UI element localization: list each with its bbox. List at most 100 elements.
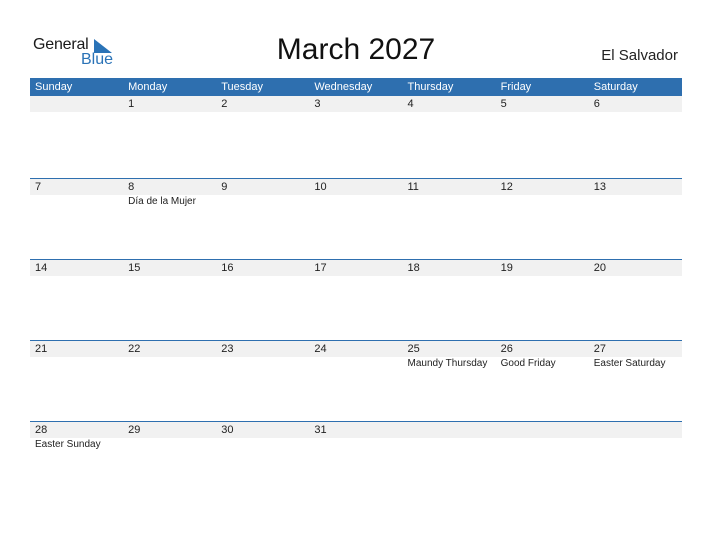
- day-cell: 11: [402, 179, 496, 259]
- day-cell: 12: [495, 179, 589, 259]
- day-cell: 29: [123, 422, 217, 502]
- week-row: 28 Easter Sunday 29 30 31: [30, 421, 682, 502]
- day-number: 11: [402, 179, 496, 195]
- day-number: 13: [588, 179, 682, 195]
- day-cell: 3: [309, 96, 403, 178]
- day-number: 5: [495, 96, 589, 112]
- day-cell: 26 Good Friday: [495, 341, 589, 421]
- day-number: 29: [123, 422, 217, 438]
- day-number: 27: [588, 341, 682, 357]
- weekday-tuesday: Tuesday: [221, 81, 264, 93]
- day-number: 20: [588, 260, 682, 276]
- day-cell: 31: [309, 422, 403, 502]
- day-cell: 16: [216, 260, 310, 340]
- day-number: 24: [309, 341, 403, 357]
- day-number: 28: [30, 422, 124, 438]
- calendar-weeks: 1 2 3 4 5 6 7 8 Día de la Mujer 9 10 11 12 13 14 15 16 17…: [30, 96, 682, 502]
- day-cell: 19: [495, 260, 589, 340]
- day-cell: [588, 422, 682, 502]
- day-cell: [402, 422, 496, 502]
- holiday-label: [403, 195, 496, 196]
- day-number: 9: [216, 179, 310, 195]
- day-cell: 14: [30, 260, 124, 340]
- day-cell: 2: [216, 96, 310, 178]
- holiday-label: [30, 112, 123, 113]
- day-number: [402, 422, 496, 438]
- day-number: [495, 422, 589, 438]
- holiday-label: [403, 112, 496, 113]
- day-cell: 24: [309, 341, 403, 421]
- day-number: 31: [309, 422, 403, 438]
- day-number: [30, 96, 124, 112]
- day-number: 17: [309, 260, 403, 276]
- day-number: 12: [495, 179, 589, 195]
- holiday-label: [30, 357, 123, 358]
- day-number: 21: [30, 341, 124, 357]
- holiday-label: [496, 438, 589, 439]
- holiday-label: [216, 357, 309, 358]
- day-cell: 13: [588, 179, 682, 259]
- holiday-label: [589, 438, 682, 439]
- holiday-label: [309, 357, 402, 358]
- day-cell: 17: [309, 260, 403, 340]
- day-cell: 7: [30, 179, 124, 259]
- holiday-label: [403, 276, 496, 277]
- day-number: 19: [495, 260, 589, 276]
- holiday-label: [309, 112, 402, 113]
- holiday-label: Easter Saturday: [593, 358, 666, 369]
- day-cell: 8 Día de la Mujer: [123, 179, 217, 259]
- day-cell: 1: [123, 96, 217, 178]
- holiday-label: [309, 276, 402, 277]
- day-cell: 30: [216, 422, 310, 502]
- holiday-label: [309, 195, 402, 196]
- day-cell: 20: [588, 260, 682, 340]
- day-cell: [495, 422, 589, 502]
- day-cell: 6: [588, 96, 682, 178]
- holiday-label: [309, 438, 402, 439]
- day-number: 23: [216, 341, 310, 357]
- weekday-friday: Friday: [500, 81, 532, 93]
- day-cell: 4: [402, 96, 496, 178]
- holiday-label: [123, 112, 216, 113]
- weekday-header: Sunday Monday Tuesday Wednesday Thursday Frid…: [30, 78, 682, 96]
- holiday-label: [30, 276, 123, 277]
- holiday-label: [123, 357, 216, 358]
- day-number: 1: [123, 96, 217, 112]
- holiday-label: [216, 438, 309, 439]
- holiday-label: [589, 276, 682, 277]
- day-cell: 10: [309, 179, 403, 259]
- day-cell: 22: [123, 341, 217, 421]
- day-number: 15: [123, 260, 217, 276]
- day-cell: 5: [495, 96, 589, 178]
- day-number: 22: [123, 341, 217, 357]
- holiday-label: [30, 195, 123, 196]
- day-number: 3: [309, 96, 403, 112]
- day-cell: 27 Easter Saturday: [588, 341, 682, 421]
- week-row: 21 22 23 24 25 Maundy Thursday 26 Good Friday 27…: [30, 340, 682, 421]
- week-row: 14 15 16 17 18 19 20: [30, 259, 682, 340]
- weekday-thursday: Thursday: [407, 81, 454, 93]
- holiday-label: [496, 195, 589, 196]
- holiday-label: [589, 195, 682, 196]
- weekday-wednesday: Wednesday: [314, 81, 373, 93]
- day-number: 8: [123, 179, 217, 195]
- day-cell: 15: [123, 260, 217, 340]
- day-cell: 28 Easter Sunday: [30, 422, 124, 502]
- day-cell: 21: [30, 341, 124, 421]
- holiday-label: [496, 112, 589, 113]
- day-number: 25: [402, 341, 496, 357]
- holiday-label: [589, 112, 682, 113]
- day-cell: 25 Maundy Thursday: [402, 341, 496, 421]
- day-number: 30: [216, 422, 310, 438]
- weekday-sunday: Sunday: [35, 81, 73, 93]
- calendar-grid: Sunday Monday Tuesday Wednesday Thursday Frid…: [30, 78, 682, 502]
- weekday-monday: Monday: [128, 81, 168, 93]
- day-cell: [30, 96, 124, 178]
- day-cell: 18: [402, 260, 496, 340]
- weekday-saturday: Saturday: [593, 81, 638, 93]
- week-row: 123456: [30, 96, 682, 178]
- holiday-label: [403, 438, 496, 439]
- holiday-label: [216, 195, 309, 196]
- holiday-label: Día de la Mujer: [128, 196, 196, 207]
- day-number: 7: [30, 179, 124, 195]
